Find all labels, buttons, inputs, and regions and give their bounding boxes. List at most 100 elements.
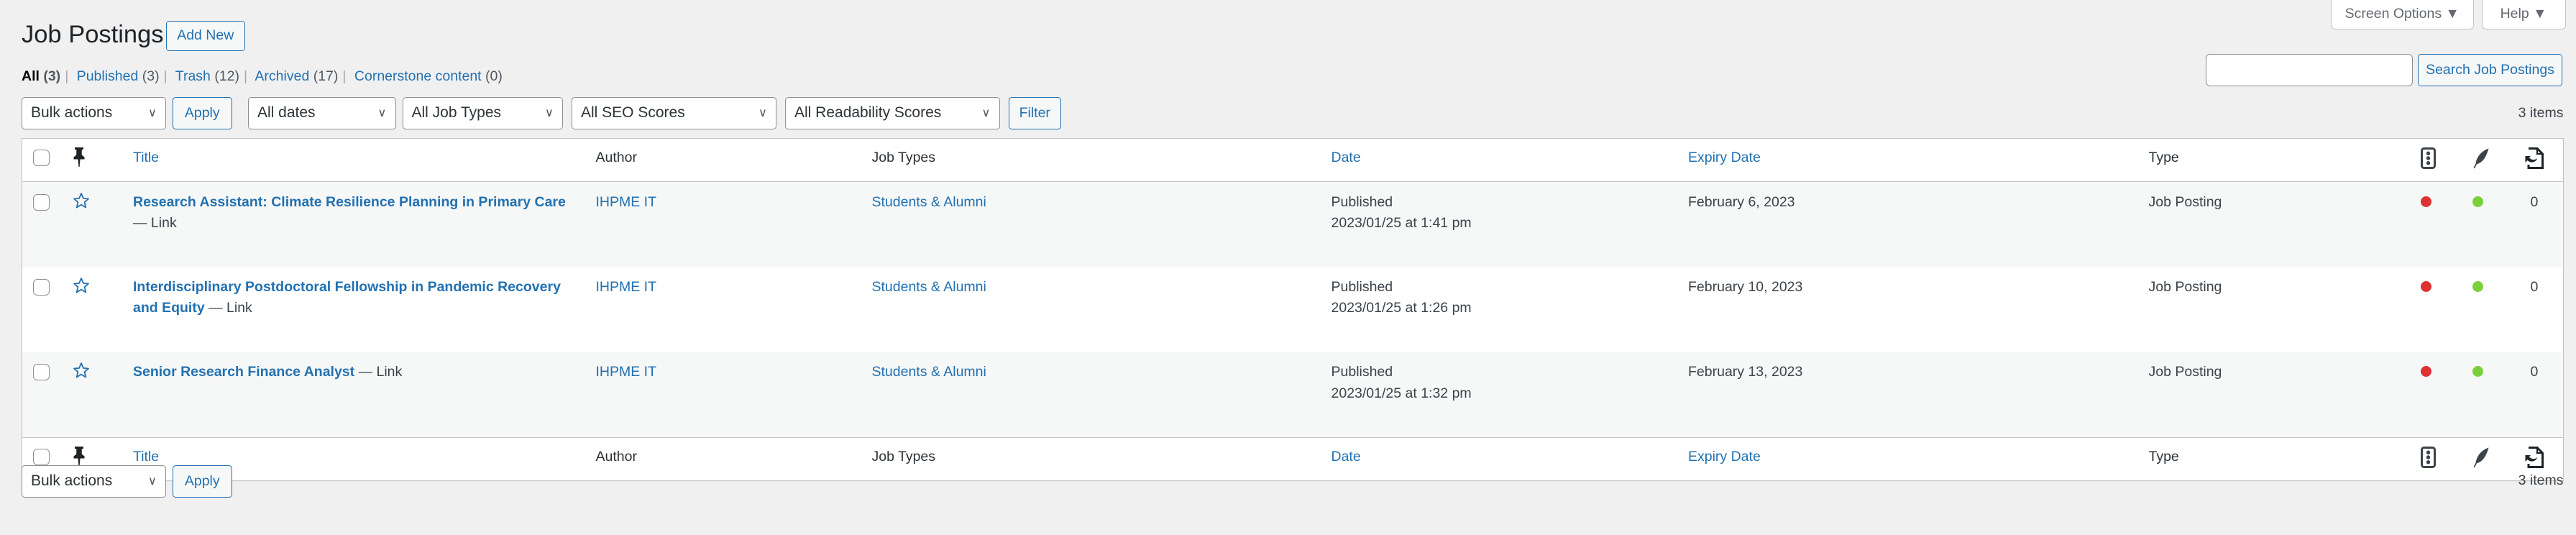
view-all[interactable]: All (3) bbox=[22, 68, 60, 84]
items-count: 3 items bbox=[2518, 104, 2564, 121]
post-title-link[interactable]: Research Assistant: Climate Resilience P… bbox=[133, 194, 566, 210]
col-author: Author bbox=[585, 138, 861, 183]
seo-score-bad-indicator bbox=[2420, 366, 2431, 378]
post-title-link[interactable]: Interdisciplinary Postdoctoral Fellowshi… bbox=[133, 279, 561, 316]
post-status: Published bbox=[1331, 193, 1393, 210]
sort-title[interactable]: Title bbox=[133, 449, 159, 465]
col-type: Type bbox=[2137, 138, 2410, 183]
chevron-down-icon: ∨ bbox=[981, 106, 991, 119]
screen-options-label: Screen Options bbox=[2344, 6, 2442, 22]
post-date: 2023/01/25 at 1:32 pm bbox=[1331, 385, 1472, 401]
seo-score-bad-indicator bbox=[2420, 280, 2431, 292]
seo-scores-select[interactable]: All SEO Scores ∨ bbox=[572, 97, 776, 129]
view-trash[interactable]: Trash (12) bbox=[175, 68, 239, 84]
expiry-date: February 6, 2023 bbox=[1688, 193, 1795, 210]
bulk-actions-select-bottom[interactable]: Bulk actions ∨ bbox=[22, 465, 166, 498]
job-type-link[interactable]: Students & Alumni bbox=[872, 194, 986, 210]
expiry-date: February 10, 2023 bbox=[1688, 278, 1803, 295]
row-checkbox[interactable] bbox=[33, 364, 50, 381]
post-status: Published bbox=[1331, 364, 1393, 380]
wp-admin-page: Screen Options ▼ Help ▼ Job Postings Add… bbox=[0, 0, 2576, 535]
col-author: Author bbox=[585, 436, 861, 481]
items-count-bottom: 3 items bbox=[2518, 472, 2564, 488]
table-row: Interdisciplinary Postdoctoral Fellowshi… bbox=[22, 267, 2564, 352]
view-published[interactable]: Published (3) bbox=[77, 68, 160, 84]
col-job-types: Job Types bbox=[861, 436, 1321, 481]
post-date: 2023/01/25 at 1:41 pm bbox=[1331, 215, 1472, 231]
post-type: Job Posting bbox=[2148, 193, 2222, 210]
post-type: Job Posting bbox=[2148, 364, 2222, 380]
readability-scores-select[interactable]: All Readability Scores ∨ bbox=[785, 97, 1000, 129]
search-button[interactable]: Search Job Postings bbox=[2418, 54, 2562, 86]
pin-icon bbox=[73, 446, 111, 466]
job-type-link[interactable]: Students & Alumni bbox=[872, 364, 986, 380]
filter-button[interactable]: Filter bbox=[1008, 97, 1061, 129]
row-checkbox[interactable] bbox=[33, 193, 50, 211]
help-button[interactable]: Help ▼ bbox=[2481, 0, 2566, 29]
sort-title[interactable]: Title bbox=[133, 150, 159, 165]
view-cornerstone[interactable]: Cornerstone content (0) bbox=[354, 68, 503, 84]
table-header-row: Title Author Job Types Date Expiry Date … bbox=[22, 138, 2563, 183]
search-input[interactable] bbox=[2205, 54, 2413, 86]
view-filters: All (3) | Published (3) | Trash (12) | Arch… bbox=[22, 68, 503, 84]
table-footer-row: Title Author Job Types Date Expiry Date … bbox=[22, 436, 2563, 481]
chevron-down-icon: ∨ bbox=[147, 106, 157, 119]
page-title: Job Postings bbox=[22, 20, 164, 48]
seo-score-icon bbox=[2420, 446, 2451, 468]
readability-good-indicator bbox=[2472, 366, 2483, 378]
internal-links-count: 0 bbox=[2530, 278, 2539, 295]
expiry-date: February 13, 2023 bbox=[1688, 364, 1803, 380]
table-row: Senior Research Finance Analyst — Link IH… bbox=[22, 352, 2563, 438]
readability-feather-icon bbox=[2472, 447, 2503, 468]
view-archived[interactable]: Archived (17) bbox=[255, 68, 338, 84]
chevron-down-icon: ∨ bbox=[377, 106, 387, 119]
post-state: — Link bbox=[133, 215, 177, 231]
select-all-checkbox[interactable] bbox=[33, 448, 50, 465]
readability-good-indicator bbox=[2472, 280, 2483, 292]
col-job-types: Job Types bbox=[861, 138, 1321, 183]
post-state: — Link bbox=[358, 364, 403, 380]
job-postings-table: Title Author Job Types Date Expiry Date … bbox=[22, 138, 2564, 481]
post-status: Published bbox=[1331, 278, 1393, 295]
pin-icon bbox=[73, 147, 111, 167]
caret-down-icon: ▼ bbox=[2533, 6, 2547, 22]
dates-select[interactable]: All dates ∨ bbox=[248, 97, 396, 129]
add-new-button[interactable]: Add New bbox=[166, 20, 245, 51]
star-icon[interactable] bbox=[73, 362, 90, 383]
readability-feather-icon bbox=[2472, 147, 2503, 169]
internal-links-icon bbox=[2524, 446, 2552, 468]
help-label: Help bbox=[2500, 6, 2529, 22]
internal-links-count: 0 bbox=[2530, 364, 2539, 380]
table-row: Research Assistant: Climate Resilience P… bbox=[22, 181, 2563, 268]
sort-expiry-date[interactable]: Expiry Date bbox=[1688, 150, 1761, 165]
star-icon[interactable] bbox=[73, 277, 90, 298]
row-checkbox[interactable] bbox=[33, 278, 50, 296]
author-link[interactable]: IHPME IT bbox=[596, 194, 657, 210]
job-type-link[interactable]: Students & Alumni bbox=[872, 279, 986, 295]
star-icon[interactable] bbox=[73, 192, 90, 213]
internal-links-icon bbox=[2524, 147, 2552, 169]
apply-button-bottom[interactable]: Apply bbox=[173, 465, 232, 498]
post-state: — Link bbox=[208, 300, 252, 316]
chevron-down-icon: ∨ bbox=[147, 474, 157, 488]
chevron-down-icon: ∨ bbox=[544, 106, 554, 119]
apply-button[interactable]: Apply bbox=[173, 97, 232, 129]
internal-links-count: 0 bbox=[2530, 193, 2539, 210]
post-title-link[interactable]: Senior Research Finance Analyst bbox=[133, 364, 354, 380]
screen-options-button[interactable]: Screen Options ▼ bbox=[2330, 0, 2474, 29]
sort-expiry-date[interactable]: Expiry Date bbox=[1688, 449, 1761, 465]
seo-score-bad-indicator bbox=[2420, 196, 2431, 207]
bulk-actions-select[interactable]: Bulk actions ∨ bbox=[22, 97, 166, 129]
select-all-checkbox[interactable] bbox=[33, 150, 50, 166]
sort-date[interactable]: Date bbox=[1331, 150, 1361, 165]
job-types-select[interactable]: All Job Types ∨ bbox=[402, 97, 563, 129]
post-type: Job Posting bbox=[2148, 278, 2222, 295]
caret-down-icon: ▼ bbox=[2445, 6, 2460, 22]
col-type: Type bbox=[2137, 436, 2410, 481]
sort-date[interactable]: Date bbox=[1331, 449, 1361, 465]
post-date: 2023/01/25 at 1:26 pm bbox=[1331, 300, 1472, 316]
author-link[interactable]: IHPME IT bbox=[596, 364, 657, 380]
author-link[interactable]: IHPME IT bbox=[596, 279, 657, 295]
seo-score-icon bbox=[2420, 147, 2451, 169]
readability-good-indicator bbox=[2472, 196, 2483, 207]
